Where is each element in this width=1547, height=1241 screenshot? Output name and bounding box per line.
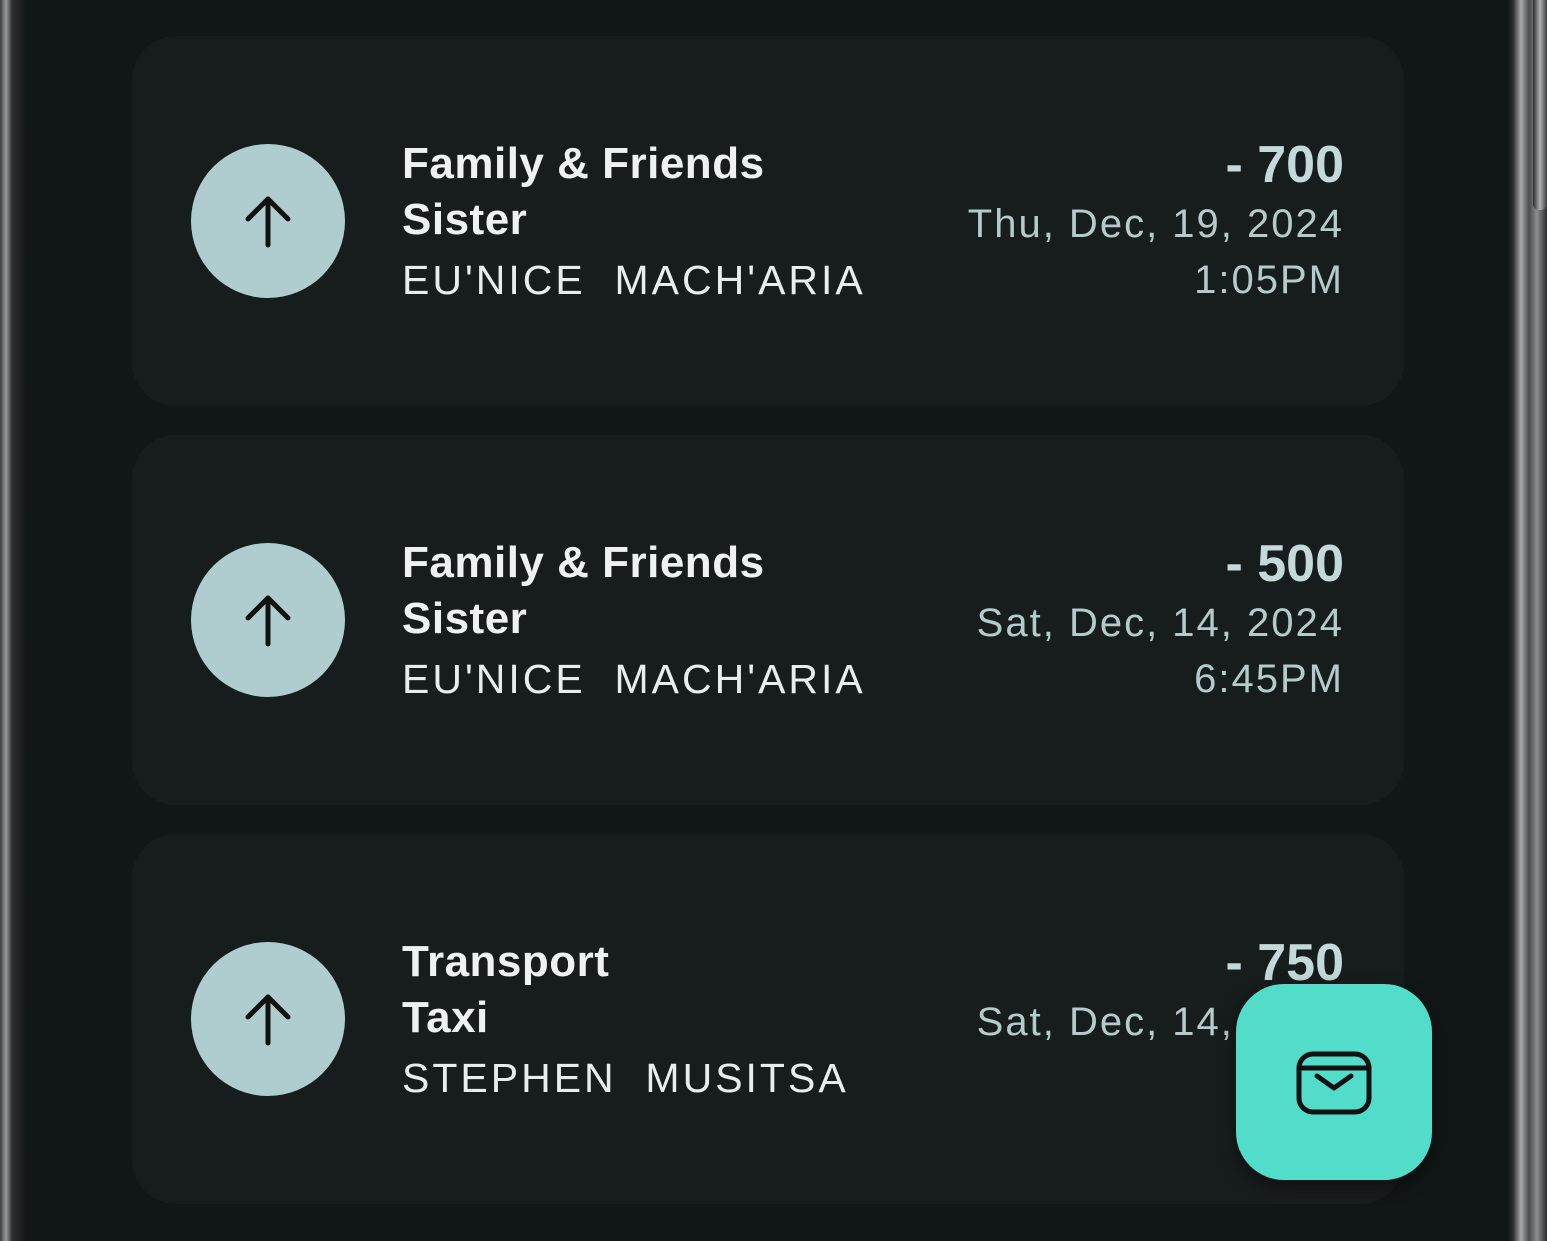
transaction-subcategory: Sister <box>402 594 528 643</box>
transaction-person: EU'NICE MACH'ARIA <box>402 656 866 702</box>
transactions-screen: Family & Friends Sister EU'NICE MACH'ARI… <box>28 0 1508 1241</box>
arrow-up-icon <box>245 196 291 248</box>
transaction-time: 6:45PM <box>1194 657 1344 701</box>
transaction-meta: - 700 Thu, Dec, 19, 2024 1:05PM <box>968 134 1344 308</box>
transaction-subcategory: Sister <box>402 195 528 244</box>
arrow-up-icon <box>245 595 291 647</box>
transaction-category: Family & Friends <box>402 538 765 587</box>
transaction-amount: - 700 <box>1225 136 1344 194</box>
transaction-time: 1:05PM <box>1194 258 1344 302</box>
transaction-direction-badge <box>191 543 345 697</box>
wallet-icon <box>1296 1051 1372 1115</box>
transaction-details: Family & Friends Sister EU'NICE MACH'ARI… <box>402 535 866 705</box>
transaction-subcategory: Taxi <box>402 993 489 1042</box>
transaction-details: Family & Friends Sister EU'NICE MACH'ARI… <box>402 136 866 306</box>
transaction-direction-badge <box>191 144 345 298</box>
arrow-up-icon <box>245 994 291 1046</box>
transaction-date: Sat, Dec, 14, 2024 <box>976 601 1344 645</box>
phone-side-button <box>1533 0 1547 210</box>
phone-frame: Family & Friends Sister EU'NICE MACH'ARI… <box>0 0 1547 1241</box>
transaction-details: Transport Taxi STEPHEN MUSITSA <box>402 934 849 1104</box>
transaction-meta: - 500 Sat, Dec, 14, 2024 6:45PM <box>977 533 1344 707</box>
transaction-category: Transport <box>402 937 610 986</box>
transaction-category: Family & Friends <box>402 139 765 188</box>
transaction-card[interactable]: Transport Taxi STEPHEN MUSITSA - 750 Sat… <box>132 834 1404 1204</box>
transaction-card[interactable]: Family & Friends Sister EU'NICE MACH'ARI… <box>132 435 1404 805</box>
phone-bezel-right <box>1507 0 1547 1241</box>
wallet-fab-button[interactable] <box>1236 984 1432 1180</box>
transaction-person: EU'NICE MACH'ARIA <box>402 257 866 303</box>
transaction-person: STEPHEN MUSITSA <box>402 1055 849 1101</box>
transaction-card[interactable]: Family & Friends Sister EU'NICE MACH'ARI… <box>132 36 1404 406</box>
transaction-amount: - 500 <box>1225 535 1344 593</box>
transaction-date: Thu, Dec, 19, 2024 <box>967 202 1344 246</box>
transaction-direction-badge <box>191 942 345 1096</box>
